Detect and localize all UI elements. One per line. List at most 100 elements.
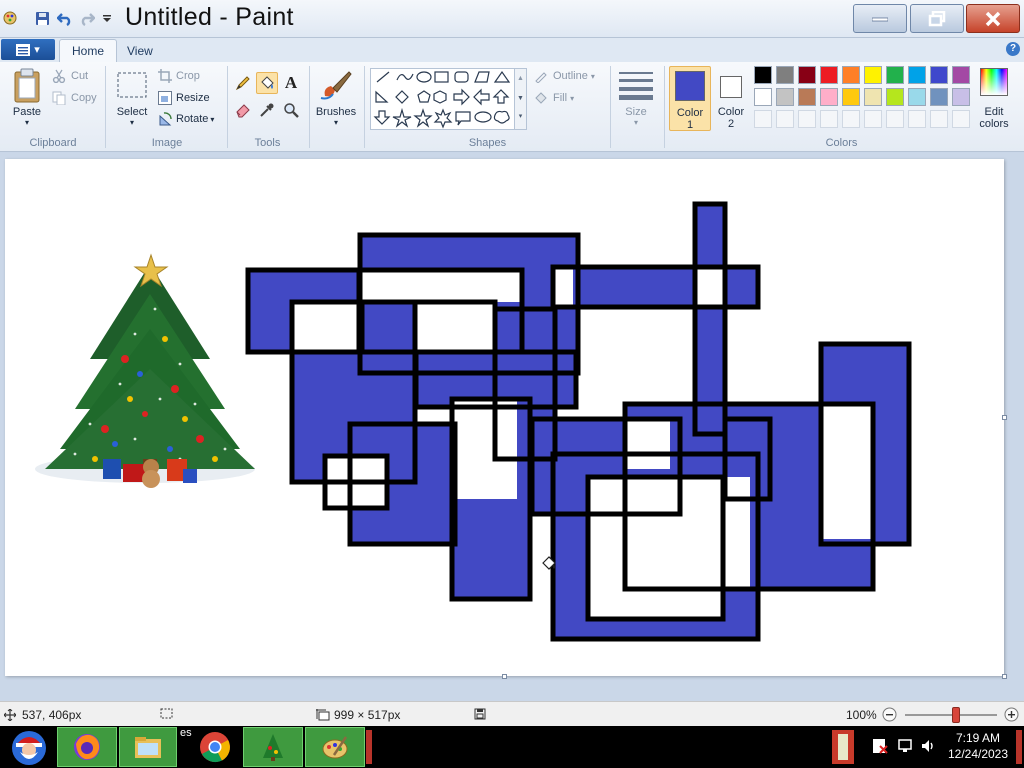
palette-color[interactable]	[842, 88, 860, 106]
palette-empty-slot[interactable]	[842, 110, 860, 128]
palette-color[interactable]	[754, 66, 772, 84]
line-size-icon	[619, 72, 653, 100]
paste-button[interactable]: Paste ▾	[8, 66, 46, 130]
zoom-slider-thumb[interactable]	[951, 707, 960, 723]
shapes-gallery-icons	[373, 70, 511, 129]
tray-network-icon[interactable]	[897, 738, 913, 754]
tray-action-center-icon[interactable]	[872, 738, 888, 754]
select-button[interactable]: Select ▾	[112, 66, 152, 130]
resize-handle-corner[interactable]	[1002, 674, 1007, 679]
palette-color[interactable]	[798, 88, 816, 106]
palette-color[interactable]	[776, 66, 794, 84]
palette-empty-slot[interactable]	[820, 110, 838, 128]
paint-app-icon[interactable]	[2, 10, 18, 26]
drawing-surface[interactable]	[5, 159, 1004, 676]
palette-color[interactable]	[776, 88, 794, 106]
undo-icon[interactable]	[57, 10, 73, 26]
size-button[interactable]: Size ▾	[614, 66, 658, 130]
tab-view[interactable]: View	[115, 39, 165, 62]
palette-color[interactable]	[930, 66, 948, 84]
tray-volume-icon[interactable]	[920, 738, 936, 754]
palette-color[interactable]	[908, 66, 926, 84]
palette-empty-slot[interactable]	[754, 110, 772, 128]
eraser-tool[interactable]	[232, 99, 254, 121]
taskbar-paint[interactable]	[305, 727, 365, 767]
minimize-button[interactable]	[853, 4, 907, 33]
redo-icon[interactable]	[79, 10, 95, 26]
palette-color[interactable]	[952, 66, 970, 84]
taskbar-firefox[interactable]	[57, 727, 117, 767]
palette-empty-slot[interactable]	[798, 110, 816, 128]
palette-empty-slot[interactable]	[908, 110, 926, 128]
clock-date[interactable]: 12/24/2023	[944, 747, 1012, 761]
text-tool[interactable]: A	[280, 72, 302, 94]
taskbar-chrome[interactable]	[191, 727, 239, 767]
taskbar-file-explorer[interactable]	[119, 727, 177, 767]
shapes-expand-icon[interactable]: ▾	[515, 109, 526, 125]
close-button[interactable]	[966, 4, 1020, 33]
white-region	[360, 270, 522, 302]
zoom-in-button[interactable]	[1004, 707, 1019, 722]
palette-color[interactable]	[864, 88, 882, 106]
resize-handle-bottom[interactable]	[502, 674, 507, 679]
palette-color[interactable]	[886, 66, 904, 84]
white-region	[415, 302, 495, 352]
brushes-button[interactable]: Brushes ▾	[314, 66, 358, 130]
clock-time[interactable]: 7:19 AM	[944, 731, 1012, 745]
color1-button[interactable]: Color 1	[669, 66, 711, 131]
outline-button[interactable]: Outline ▾	[534, 69, 595, 83]
taskbar-christmas-app[interactable]	[243, 727, 303, 767]
color1-swatch	[675, 71, 705, 101]
rotate-button[interactable]: Rotate ▾	[158, 112, 214, 126]
show-desktop-button[interactable]	[1016, 730, 1022, 764]
palette-empty-slot[interactable]	[930, 110, 948, 128]
help-icon[interactable]: ?	[1006, 42, 1020, 56]
resize-button[interactable]: Resize	[158, 91, 210, 105]
brush-icon	[320, 71, 352, 100]
tray-flag[interactable]	[832, 730, 854, 764]
palette-color[interactable]	[930, 88, 948, 106]
pencil-tool[interactable]	[232, 72, 254, 94]
shapes-gallery[interactable]	[370, 68, 515, 130]
copy-button[interactable]: Copy	[52, 91, 97, 105]
palette-color[interactable]	[842, 66, 860, 84]
palette-color[interactable]	[820, 88, 838, 106]
drawing-canvas[interactable]	[5, 159, 1007, 679]
selection-size-icon	[160, 708, 173, 719]
fill-tool[interactable]	[256, 72, 278, 94]
palette-color[interactable]	[820, 66, 838, 84]
restore-button[interactable]	[910, 4, 964, 33]
tab-home[interactable]: Home	[59, 39, 118, 62]
fill-dropdown-icon: ▾	[570, 93, 575, 103]
fill-button[interactable]: Fill ▾	[534, 91, 574, 105]
cut-button[interactable]: Cut	[52, 69, 88, 83]
zoom-out-button[interactable]	[882, 707, 897, 722]
file-menu-button[interactable]: ▾	[1, 39, 55, 60]
edit-colors-button[interactable]: Edit colors	[974, 66, 1014, 130]
scroll-up-icon[interactable]: ▲	[515, 69, 526, 89]
shapes-scrollbar[interactable]: ▲ ▼ ▾	[515, 68, 527, 130]
palette-empty-slot[interactable]	[952, 110, 970, 128]
palette-empty-slot[interactable]	[864, 110, 882, 128]
color2-button[interactable]: Color 2	[711, 66, 753, 131]
start-button[interactable]	[4, 727, 54, 767]
crop-button[interactable]: Crop	[158, 69, 200, 83]
resize-handle-right[interactable]	[1002, 415, 1007, 420]
palette-empty-slot[interactable]	[886, 110, 904, 128]
magnifier-tool[interactable]	[280, 99, 302, 121]
palette-color[interactable]	[908, 88, 926, 106]
palette-color[interactable]	[886, 88, 904, 106]
zoom-slider[interactable]	[905, 707, 997, 723]
color-picker-tool[interactable]	[256, 99, 278, 121]
copy-icon	[52, 91, 66, 105]
save-icon[interactable]	[34, 10, 50, 26]
rotate-label: Rotate	[176, 113, 209, 125]
palette-empty-slot[interactable]	[776, 110, 794, 128]
palette-color[interactable]	[864, 66, 882, 84]
scroll-down-icon[interactable]: ▼	[515, 89, 526, 109]
ribbon-tab-row: ▾ Home View ?	[0, 38, 1024, 62]
palette-color[interactable]	[754, 88, 772, 106]
palette-color[interactable]	[952, 88, 970, 106]
quick-access-dropdown-icon[interactable]	[99, 10, 115, 26]
palette-color[interactable]	[798, 66, 816, 84]
